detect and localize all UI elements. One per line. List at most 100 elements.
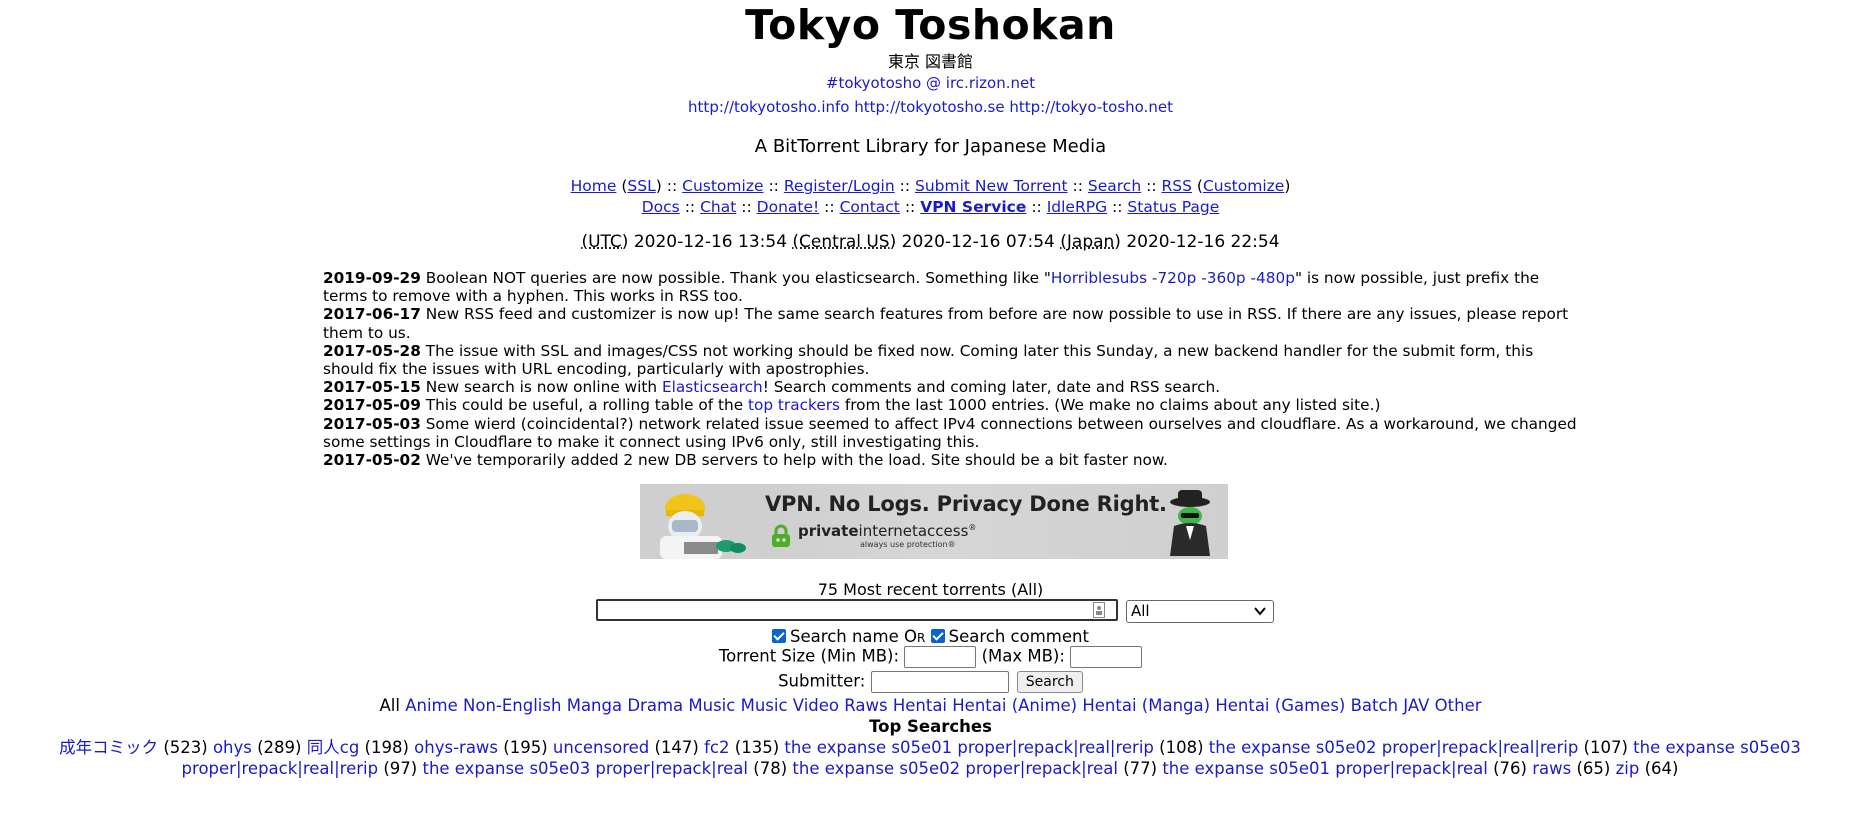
category-link[interactable]: Other xyxy=(1435,696,1482,715)
japan-time: 2020-12-16 22:54 xyxy=(1126,232,1280,252)
nav-register-login[interactable]: Register/Login xyxy=(784,177,895,195)
max-size-label: (Max MB): xyxy=(981,646,1065,666)
news-link[interactable]: Horriblesubs -720p -360p -480p xyxy=(1051,269,1295,287)
nav-rss[interactable]: RSS xyxy=(1161,177,1191,195)
category-link[interactable]: JAV xyxy=(1403,696,1429,715)
news-date: 2019-09-29 xyxy=(323,269,421,287)
spy-mascot-icon xyxy=(1170,490,1210,556)
top-search-count: (97) xyxy=(383,759,418,778)
news-item: 2017-05-15 New search is now online with… xyxy=(323,378,1588,396)
min-size-label: Torrent Size (Min MB): xyxy=(718,646,900,666)
news-item: 2017-05-28 The issue with SSL and images… xyxy=(323,342,1588,378)
submitter-input[interactable] xyxy=(870,671,1009,693)
top-search-link[interactable]: the expanse s05e01 proper|repack|real|re… xyxy=(784,738,1154,757)
search-row: All xyxy=(596,599,1276,625)
top-search-link[interactable]: uncensored xyxy=(553,738,649,757)
news-item: 2017-05-09 This could be useful, a rolli… xyxy=(323,396,1588,414)
top-search-count: (77) xyxy=(1123,759,1158,778)
search-input[interactable] xyxy=(596,599,1118,621)
news-date: 2017-05-03 xyxy=(323,414,421,433)
mirror-links: http://tokyotosho.info http://tokyotosho… xyxy=(0,98,1861,116)
top-search-link[interactable]: the expanse s05e02 proper|repack|real xyxy=(792,759,1118,778)
news-item: 2019-09-29 Boolean NOT queries are now p… xyxy=(323,269,1588,305)
category-link[interactable]: Hentai xyxy=(893,696,947,715)
top-search-count: (523) xyxy=(163,738,208,757)
category-link[interactable]: Music Video xyxy=(741,696,839,715)
max-size-input[interactable] xyxy=(1070,646,1143,668)
chevron-down-icon xyxy=(1254,607,1266,616)
nav-search[interactable]: Search xyxy=(1088,177,1141,195)
top-search-count: (107) xyxy=(1583,738,1628,757)
nav-vpn-service[interactable]: VPN Service xyxy=(920,198,1026,216)
nav-docs[interactable]: Docs xyxy=(642,198,680,216)
search-name-label: Search name xyxy=(790,627,899,646)
irc-link[interactable]: #tokyotosho @ irc.rizon.net xyxy=(826,74,1035,92)
category-links: All Anime Non-English Manga Drama Music … xyxy=(0,696,1861,715)
mirror-link-se[interactable]: http://tokyotosho.se xyxy=(854,98,1004,116)
news-link[interactable]: Elasticsearch xyxy=(662,378,763,396)
news-text: New search is now online with xyxy=(420,378,662,397)
top-searches-title: Top Searches xyxy=(869,717,992,736)
top-search-count: (135) xyxy=(734,738,780,757)
mirror-link-info[interactable]: http://tokyotosho.info xyxy=(688,98,849,116)
top-search-count: (195) xyxy=(503,738,548,757)
nav-customize[interactable]: Customize xyxy=(682,177,763,195)
hazmat-figure-icon xyxy=(640,484,760,559)
news-text: The issue with SSL and images/CSS not wo… xyxy=(323,341,1534,379)
news-text: This could be useful, a rolling table of… xyxy=(420,396,748,415)
top-search-count: (147) xyxy=(654,738,699,757)
mirror-link-net[interactable]: http://tokyo-tosho.net xyxy=(1009,98,1173,116)
category-link[interactable]: Drama xyxy=(627,696,683,715)
nav-rss-customize[interactable]: Customize xyxy=(1203,177,1284,195)
category-link[interactable]: Hentai (Manga) xyxy=(1082,696,1210,715)
nav-ssl[interactable]: SSL xyxy=(627,177,655,195)
main-nav: Home (SSL) :: Customize :: Register/Logi… xyxy=(570,177,1291,216)
search-comment-label: Search comment xyxy=(948,627,1089,646)
category-link[interactable]: Hentai (Games) xyxy=(1215,696,1345,715)
category-link[interactable]: Anime xyxy=(405,696,458,715)
top-searches-list: 成年コミック (523) ohys (289) 同人cg (198) ohys-… xyxy=(30,737,1830,779)
nav-donate[interactable]: Donate! xyxy=(757,198,820,216)
central-time: 2020-12-16 07:54 xyxy=(901,232,1055,252)
nav-idlerpg[interactable]: IdleRPG xyxy=(1047,198,1107,216)
submitter-label: Submitter: xyxy=(778,671,866,691)
site-subtitle: 東京 図書館 xyxy=(887,52,974,71)
category-select[interactable]: All xyxy=(1126,600,1274,623)
top-search-link[interactable]: raws xyxy=(1532,759,1571,778)
category-link[interactable]: Music xyxy=(688,696,735,715)
search-comment-checkbox[interactable] xyxy=(930,629,945,643)
top-search-link[interactable]: the expanse s05e03 proper|repack|real xyxy=(422,759,748,778)
japan-label: (Japan) xyxy=(1060,232,1121,252)
category-link[interactable]: Raws xyxy=(844,696,887,715)
top-search-link[interactable]: the expanse s05e02 proper|repack|real|re… xyxy=(1209,738,1579,757)
category-link[interactable]: Batch xyxy=(1351,696,1398,715)
search-button[interactable]: Search xyxy=(1016,671,1083,693)
nav-chat[interactable]: Chat xyxy=(700,198,736,216)
password-manager-icon[interactable] xyxy=(1093,602,1105,618)
top-search-link[interactable]: the expanse s05e01 proper|repack|real xyxy=(1162,759,1488,778)
nav-contact[interactable]: Contact xyxy=(840,198,900,216)
nav-submit-torrent[interactable]: Submit New Torrent xyxy=(915,177,1068,195)
central-label: (Central US) xyxy=(792,232,897,252)
news-link[interactable]: top trackers xyxy=(748,396,840,414)
search-name-checkbox[interactable] xyxy=(772,629,787,643)
top-search-link[interactable]: zip xyxy=(1616,759,1640,778)
size-filter-row: Torrent Size (Min MB): (Max MB): xyxy=(0,646,1861,668)
min-size-input[interactable] xyxy=(904,646,977,668)
nav-home[interactable]: Home xyxy=(571,177,617,195)
top-search-count: (289) xyxy=(257,738,302,757)
nav-status-page[interactable]: Status Page xyxy=(1127,198,1219,216)
ad-brand: privateinternetaccess® xyxy=(798,522,977,540)
vpn-ad-banner[interactable]: VPN. No Logs. Privacy Done Right. privat… xyxy=(640,484,1228,559)
top-search-link[interactable]: ohys-raws xyxy=(414,738,498,757)
top-search-link[interactable]: fc2 xyxy=(704,738,729,757)
category-link[interactable]: Manga xyxy=(567,696,622,715)
top-search-link[interactable]: ohys xyxy=(213,738,252,757)
top-search-link[interactable]: 成年コミック xyxy=(59,738,158,757)
category-link[interactable]: Hentai (Anime) xyxy=(952,696,1077,715)
top-search-link[interactable]: 同人cg xyxy=(307,738,360,757)
news-text: ! Search comments and coming later, date… xyxy=(762,378,1221,397)
or-label: Or xyxy=(904,627,926,646)
category-link[interactable]: Non-English xyxy=(463,696,561,715)
news-text: from the last 1000 entries. (We make no … xyxy=(839,396,1381,415)
